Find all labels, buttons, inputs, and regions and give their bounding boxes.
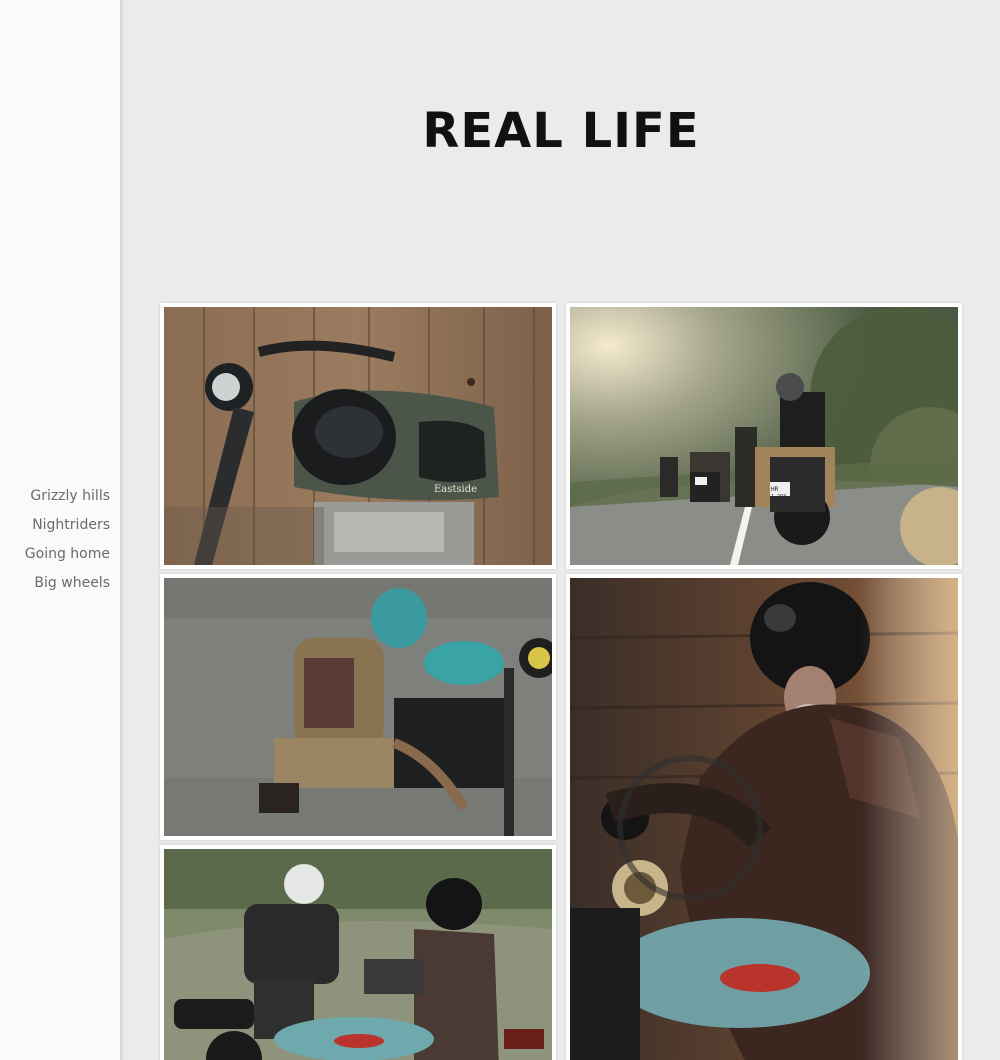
page-title: REAL LIFE xyxy=(422,103,700,159)
photo-mechanic-kneeling[interactable] xyxy=(164,578,552,836)
sidebar-item-going-home[interactable]: Going home xyxy=(25,540,110,569)
photo-riders-roadside[interactable]: HR 1 293 xyxy=(570,307,958,565)
sidebar-item-big-wheels[interactable]: Big wheels xyxy=(25,569,110,598)
sidebar-item-grizzly-hills[interactable]: Grizzly hills xyxy=(25,482,110,511)
photo-bearded-rider[interactable] xyxy=(570,578,958,1060)
plate-text-1: HR xyxy=(771,486,779,493)
main-content: REAL LIFE Eastside HR 1 293 xyxy=(122,0,1000,1060)
gallery-card-2[interactable]: HR 1 293 xyxy=(566,303,962,569)
sidebar-item-nightriders[interactable]: Nightriders xyxy=(25,511,110,540)
gallery-card-4[interactable] xyxy=(566,574,962,1060)
tank-decal-text: Eastside xyxy=(434,484,477,495)
photo-two-riders[interactable] xyxy=(164,849,552,1060)
gallery-card-5[interactable] xyxy=(160,845,556,1060)
sidebar: Grizzly hills Nightriders Going home Big… xyxy=(0,0,122,1060)
sidebar-nav: Grizzly hills Nightriders Going home Big… xyxy=(25,482,110,598)
photo-motorcycle-wooden-wall[interactable]: Eastside xyxy=(164,307,552,565)
gallery-card-3[interactable] xyxy=(160,574,556,840)
plate-text-2: 1 293 xyxy=(771,494,786,500)
gallery-card-1[interactable]: Eastside xyxy=(160,303,556,569)
